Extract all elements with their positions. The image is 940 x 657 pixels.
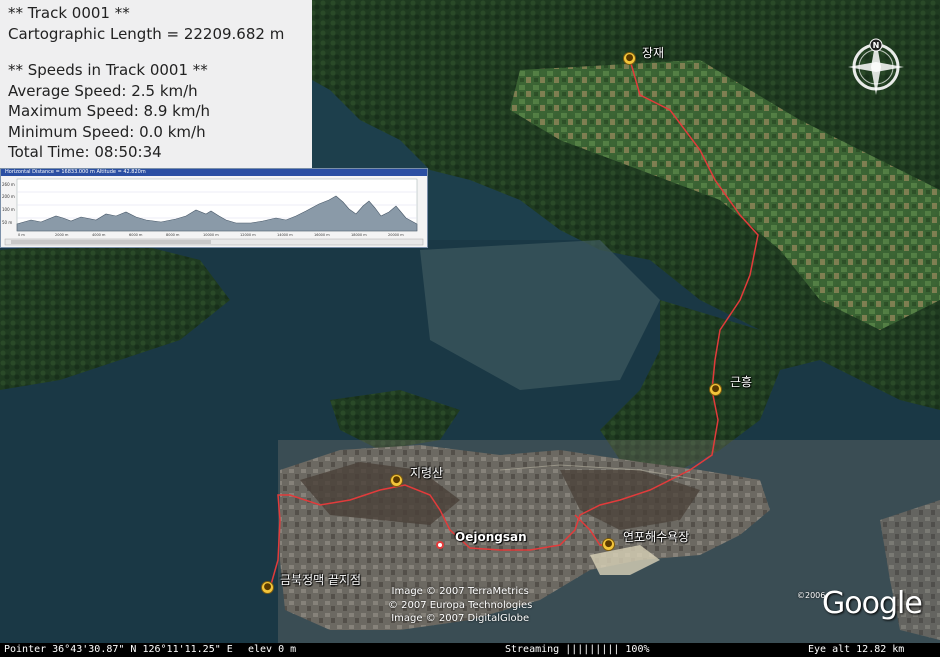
average-speed: Average Speed: 2.5 km/h xyxy=(8,81,198,100)
placemark-icon[interactable]: ● xyxy=(390,474,403,487)
pointer-coordinates: Pointer 36°43'30.87" N 126°11'11.25" E xyxy=(4,644,233,655)
compass-icon[interactable]: N xyxy=(846,37,906,97)
placemark-label-yeonpo-beach[interactable]: 연포해수욕장 xyxy=(623,528,689,545)
elevation-profile[interactable]: Horizontal Distance = 16833.000 m Altitu… xyxy=(0,168,428,248)
placemark-icon[interactable]: ● xyxy=(623,52,636,65)
placemark-label-geumbuk-end[interactable]: 금북정맥 끝지점 xyxy=(280,571,361,588)
imagery-copyright: Image © 2007 TerraMetrics © 2007 Europa … xyxy=(388,585,532,626)
placemark-label-geunheung[interactable]: 근흥 xyxy=(730,373,752,390)
copyright-line: Image © 2007 TerraMetrics xyxy=(391,586,529,597)
pointer-elevation: elev 0 m xyxy=(248,644,297,655)
google-logo: Google xyxy=(822,586,923,621)
maximum-speed: Maximum Speed: 8.9 km/h xyxy=(8,102,211,120)
track-title: ** Track 0001 ** xyxy=(8,4,130,22)
x-tick: 16000 m xyxy=(314,233,330,237)
eye-altitude: Eye alt 12.82 km xyxy=(808,644,905,655)
total-time: Total Time: 08:50:34 xyxy=(8,143,162,161)
y-tick: 50 m xyxy=(2,220,12,225)
x-tick: 10000 m xyxy=(203,233,219,237)
x-tick: 18000 m xyxy=(351,233,367,237)
x-tick: 14000 m xyxy=(277,233,293,237)
x-tick: 6000 m xyxy=(129,233,143,237)
cartographic-length: Cartographic Length = 22209.682 m xyxy=(8,24,285,43)
placemark-icon[interactable]: ● xyxy=(602,538,615,551)
minimum-speed: Minimum Speed: 0.0 km/h xyxy=(8,122,206,141)
x-tick: 0 m xyxy=(18,233,25,237)
peak-marker-icon[interactable] xyxy=(436,541,444,549)
track-info-panel: ** Track 0001 ** Cartographic Length = 2… xyxy=(0,0,312,168)
x-tick: 4000 m xyxy=(92,233,106,237)
compass-north-label: N xyxy=(873,41,880,50)
copyright-line: © 2007 Europa Technologies xyxy=(388,599,533,611)
placemark-label-jangjae[interactable]: 장재 xyxy=(642,44,664,61)
placemark-icon[interactable]: ● xyxy=(709,383,722,396)
placemark-label-oejongsan[interactable]: Oejongsan xyxy=(455,530,527,544)
placemark-icon[interactable]: ● xyxy=(261,581,274,594)
streaming-status: Streaming ||||||||| 100% xyxy=(505,644,650,655)
copyright-line: Image © 2007 DigitalGlobe xyxy=(391,613,530,624)
y-tick: 200 m xyxy=(2,194,15,199)
y-tick: 260 m xyxy=(2,182,15,187)
x-tick: 20000 m xyxy=(388,233,404,237)
x-tick: 2000 m xyxy=(55,233,69,237)
profile-plot[interactable]: 260 m 200 m 100 m 50 m 0 m 2000 m 4000 m… xyxy=(1,176,427,247)
profile-header: Horizontal Distance = 16833.000 m Altitu… xyxy=(1,169,427,176)
speeds-title: ** Speeds in Track 0001 ** xyxy=(8,61,208,79)
profile-scroll-thumb[interactable] xyxy=(11,240,211,244)
placemark-label-jiryeongsan[interactable]: 지령산 xyxy=(410,464,443,481)
x-tick: 8000 m xyxy=(166,233,180,237)
x-tick: 12000 m xyxy=(240,233,256,237)
status-bar: Pointer 36°43'30.87" N 126°11'11.25" E e… xyxy=(0,643,940,657)
y-tick: 100 m xyxy=(2,207,15,212)
